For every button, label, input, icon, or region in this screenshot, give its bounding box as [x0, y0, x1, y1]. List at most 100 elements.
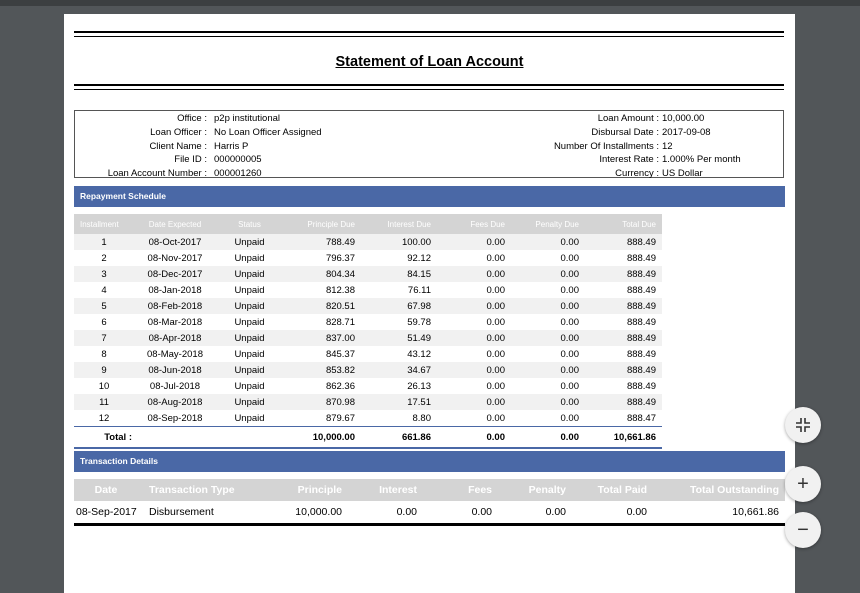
fit-page-button[interactable] [785, 407, 821, 443]
status: Unpaid [216, 234, 283, 250]
fees-due: 0.00 [435, 234, 509, 250]
status: Unpaid [234, 252, 265, 264]
interest-due: 8.80 [359, 410, 435, 427]
penalty-due: 0.00 [560, 284, 580, 296]
transaction-total-outstanding: 10,661.86 [657, 501, 785, 526]
account-info-box: Office : p2p institutional Loan Officer … [74, 110, 785, 181]
table-row: 6 08-Mar-2018 Unpaid 828.71 59.78 0.00 0.00 888… [74, 314, 662, 330]
plus-icon: + [797, 472, 809, 495]
status: Unpaid [234, 380, 265, 392]
transaction-interest: 0.00 [358, 501, 433, 526]
title-rule [74, 84, 784, 86]
table-row: 08-Sep-2017 Disbursement 10,000.00 0.00 … [74, 501, 785, 526]
principle-due: 804.34 [283, 266, 359, 282]
fees-due: 0.00 [435, 266, 509, 282]
transaction-penalty: 0.00 [508, 501, 582, 526]
date-expected: 08-Oct-2017 [134, 234, 216, 250]
total-due: 888.49 [583, 266, 662, 282]
date-expected: 08-Jun-2018 [134, 362, 216, 378]
column-header: Status [216, 214, 283, 234]
table-row: 10 08-Jul-2018 Unpaid 862.36 26.13 0.00 0.00 88… [74, 378, 662, 394]
total-fees: 0.00 [435, 426, 509, 449]
fees-due: 0.00 [486, 380, 506, 392]
status: Unpaid [216, 298, 283, 314]
page-title: Statement of Loan Account [335, 54, 524, 70]
column-header: Total Due [583, 214, 662, 234]
installment-number: 10 [98, 380, 110, 392]
column-header: Interest Due [359, 214, 435, 234]
interest-due: 84.15 [359, 266, 435, 282]
column-header: Date Expected [134, 214, 216, 234]
installment-number: 1 [74, 234, 134, 250]
principle-due: 870.98 [283, 394, 359, 410]
date-expected: 08-Jul-2018 [149, 380, 201, 392]
info-loan-amount: Loan Amount : 10,000.00 [75, 112, 785, 126]
principle-due: 828.71 [325, 316, 355, 328]
installment-number: 7 [74, 330, 134, 346]
total-due: 888.49 [583, 234, 662, 250]
interest-due: 92.12 [407, 252, 431, 264]
table-row: 1 08-Oct-2017 Unpaid 788.49 100.00 0.00 0.00 88… [74, 234, 662, 250]
total-penalty: 0.00 [509, 426, 583, 449]
total-row: Total :10,000.00 661.86 0.00 0.00 10,661.86 [74, 426, 662, 449]
principle-due: 845.37 [325, 348, 355, 360]
date-expected: 08-Mar-2018 [147, 316, 203, 328]
compress-icon [796, 418, 810, 432]
info-label: Currency : [615, 168, 659, 179]
repayment-header-row: Installment Date Expected Status Princip… [74, 214, 662, 234]
info-value: 10,000.00 [662, 113, 705, 124]
interest-due: 76.11 [407, 284, 431, 296]
table-row: 11 08-Aug-2018 Unpaid 870.98 17.51 0.00 0.00 88… [74, 394, 662, 410]
total-due: 888.49 [583, 394, 662, 410]
total-due: 888.49 [626, 316, 656, 328]
info-value: 2017-09-08 [662, 127, 711, 138]
interest-due: 51.49 [359, 330, 435, 346]
transaction-total-paid: 0.00 [582, 501, 657, 526]
status: Unpaid [216, 362, 283, 378]
date-expected: 08-Jan-2018 [148, 284, 202, 296]
column-header: Fees [433, 479, 508, 501]
date-expected: 08-Aug-2018 [134, 394, 216, 410]
column-header: Installment [74, 214, 134, 234]
penalty-due: 0.00 [509, 362, 583, 378]
installment-number: 6 [101, 316, 107, 328]
total-label: Total : [74, 426, 134, 449]
total-due: 888.49 [583, 330, 662, 346]
info-disbursal-date: Disbursal Date : 2017-09-08 [75, 126, 785, 140]
installment-number: 12 [74, 410, 134, 427]
interest-due: 59.78 [407, 316, 431, 328]
principle-due: 879.67 [283, 410, 359, 427]
penalty-due: 0.00 [509, 266, 583, 282]
status: Unpaid [216, 330, 283, 346]
penalty-due: 0.00 [509, 330, 583, 346]
total-due: 888.47 [583, 410, 662, 427]
column-header: Fees Due [435, 214, 509, 234]
principle-due: 788.49 [283, 234, 359, 250]
penalty-due: 0.00 [560, 380, 580, 392]
total-due: 10,661.86 [583, 426, 662, 449]
fees-due: 0.00 [435, 330, 509, 346]
info-interest-rate: Interest Rate : 1.000% Per month [75, 153, 785, 167]
interest-due: 34.67 [359, 362, 435, 378]
penalty-due: 0.00 [509, 298, 583, 314]
fees-due: 0.00 [486, 284, 506, 296]
zoom-out-button[interactable]: − [785, 512, 821, 548]
transaction-date: 08-Sep-2017 [74, 501, 138, 526]
installment-number: 8 [101, 348, 107, 360]
total-due: 888.49 [626, 380, 656, 392]
document-page: Statement of Loan Account Office : p2p i… [64, 14, 795, 593]
info-currency: Currency : US Dollar [75, 167, 785, 181]
date-expected: 08-Dec-2017 [134, 266, 216, 282]
total-due: 888.49 [626, 348, 656, 360]
penalty-due: 0.00 [560, 316, 580, 328]
penalty-due: 0.00 [509, 234, 583, 250]
fees-due: 0.00 [486, 348, 506, 360]
transaction-principle: 10,000.00 [258, 501, 358, 526]
info-label: Interest Rate : [599, 154, 659, 165]
repayment-schedule-table: Installment Date Expected Status Princip… [74, 214, 662, 449]
info-value: 1.000% Per month [662, 154, 741, 165]
zoom-in-button[interactable]: + [785, 466, 821, 502]
minus-icon: − [797, 518, 809, 541]
fees-due: 0.00 [435, 410, 509, 427]
total-due: 888.49 [626, 284, 656, 296]
